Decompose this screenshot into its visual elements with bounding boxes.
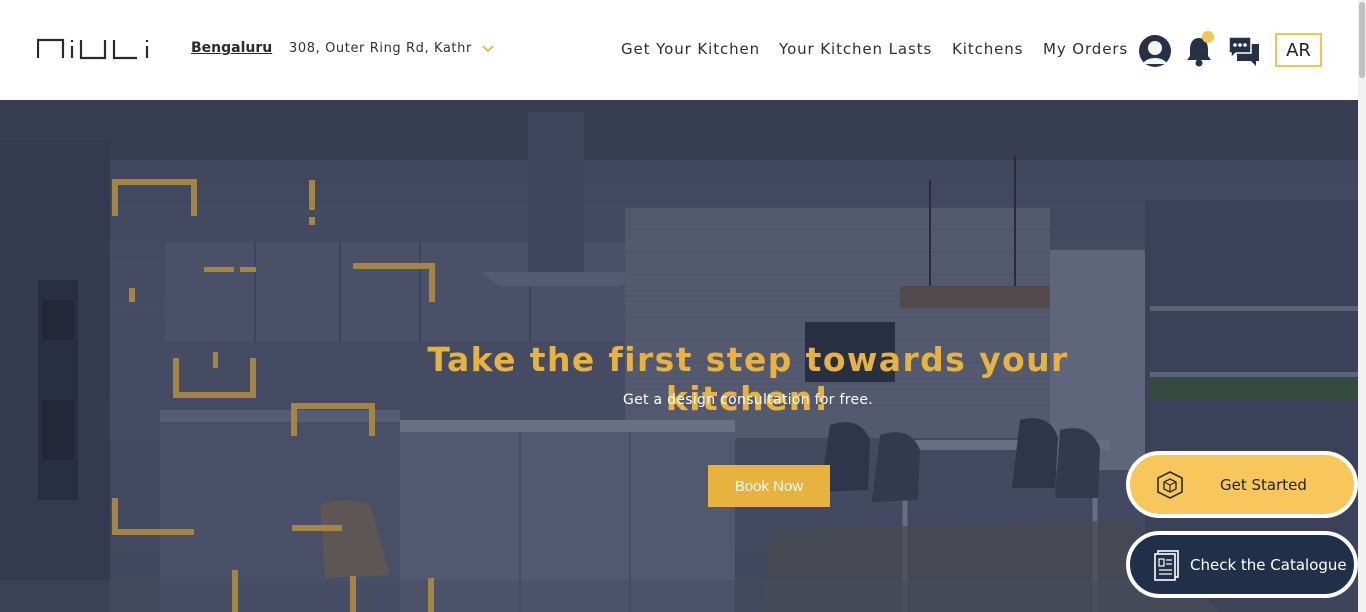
box-icon [1157, 471, 1183, 499]
user-avatar-icon[interactable] [1138, 34, 1172, 68]
nav-your-kitchen-lasts[interactable]: Your Kitchen Lasts [779, 40, 932, 58]
ar-button[interactable]: AR [1275, 33, 1322, 67]
page-scrollbar[interactable] [1358, 0, 1366, 612]
notification-dot [1202, 31, 1214, 43]
top-header: Bengaluru 308, Outer Ring Rd, Kathr Get … [0, 0, 1358, 100]
chat-icon[interactable] [1227, 35, 1261, 67]
bell-icon[interactable] [1185, 30, 1217, 68]
niuli-logo[interactable] [37, 34, 175, 60]
address-text: 308, Outer Ring Rd, Kathr [289, 41, 472, 56]
city-selector[interactable]: Bengaluru [191, 40, 272, 56]
check-catalogue-label: Check the Catalogue [1190, 556, 1347, 574]
check-catalogue-button[interactable]: Check the Catalogue [1126, 531, 1358, 598]
nav-kitchens[interactable]: Kitchens [952, 40, 1023, 58]
get-started-label: Get Started [1220, 476, 1307, 494]
scrollbar-thumb[interactable] [1359, 2, 1365, 78]
catalogue-icon [1154, 550, 1179, 581]
hero-subtitle: Get a design consultation for free. [622, 392, 874, 408]
nav-get-your-kitchen[interactable]: Get Your Kitchen [621, 40, 760, 58]
get-started-button[interactable]: Get Started [1126, 451, 1358, 518]
nav-my-orders[interactable]: My Orders [1043, 40, 1128, 58]
book-now-button[interactable]: Book Now [708, 465, 830, 507]
address-selector[interactable]: 308, Outer Ring Rd, Kathr [289, 41, 494, 56]
chevron-down-icon [482, 44, 494, 52]
